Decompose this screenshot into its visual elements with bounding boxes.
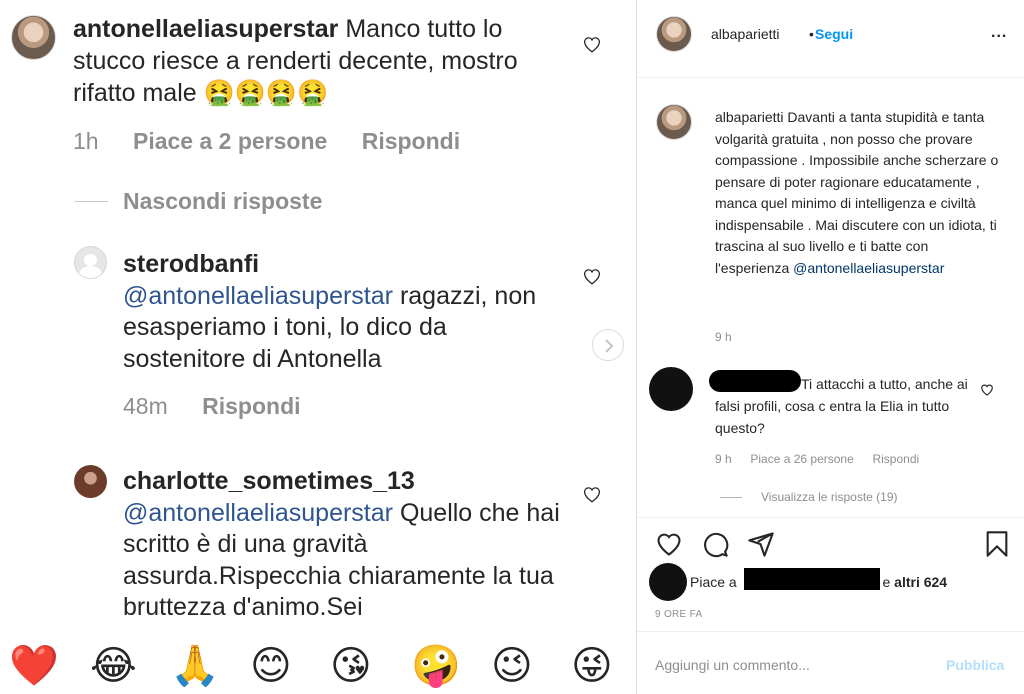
comment-meta: 1h Piace a 2 persone Rispondi (73, 128, 460, 155)
emoji-wink[interactable]: 😉 (491, 642, 533, 690)
divider (75, 201, 108, 202)
comment-username[interactable]: antonellaeliasuperstar (73, 15, 338, 43)
post-author-username[interactable]: albaparietti (711, 26, 780, 42)
chevron-right-icon (605, 339, 614, 353)
likes-suffix: e (882, 574, 891, 590)
likes-prefix: Piace a (690, 574, 737, 590)
bookmark-icon[interactable] (983, 530, 1011, 558)
emoji-laughing[interactable]: 😂 (90, 642, 137, 690)
comment-body: Ti attacchi a tutto, anche ai falsi prof… (715, 376, 968, 436)
add-comment-input[interactable]: Aggiungi un commento... (655, 657, 810, 673)
comment-likes[interactable]: Piace a 2 persone (133, 128, 327, 154)
publish-button[interactable]: Pubblica (946, 657, 1004, 673)
view-replies-button[interactable]: Visualizza le risposte (19) (761, 490, 898, 504)
separator-dot: • (809, 26, 814, 42)
comment-text: Ti attacchi a tutto, anche ai falsi prof… (715, 373, 985, 439)
post-caption: albaparietti Davanti a tanta stupidità e… (715, 107, 1005, 279)
redacted-avatar (649, 367, 693, 411)
comment-time: 48m (123, 393, 168, 419)
divider (637, 631, 1024, 632)
avatar[interactable] (74, 246, 107, 279)
reply-button[interactable]: Rispondi (872, 452, 919, 466)
comment-meta: 48m Rispondi (123, 393, 301, 420)
caption-mention[interactable]: @antonellaeliasuperstar (793, 260, 944, 276)
divider (637, 517, 1024, 518)
like-heart-icon[interactable] (582, 267, 602, 285)
follow-button[interactable]: Segui (815, 26, 853, 42)
caption-username[interactable]: albaparietti (715, 109, 784, 125)
comment-mention[interactable]: @antonellaeliasuperstar (123, 499, 393, 527)
emoji-heart[interactable]: ❤️ (9, 642, 59, 690)
redacted-avatar (649, 563, 687, 601)
post-time: 9 ORE FA (655, 609, 703, 620)
comment-username[interactable]: charlotte_sometimes_13 (123, 467, 415, 495)
comment-likes[interactable]: Piace a 26 persone (750, 452, 853, 466)
caption-time: 9 h (715, 330, 732, 344)
emoji-zany[interactable]: 🤪 (411, 642, 461, 690)
emoji-tongue-wink[interactable]: 😜 (571, 642, 613, 690)
more-options-icon[interactable]: ... (991, 24, 1007, 42)
post-sidebar: albaparietti • Segui ... albaparietti Da… (637, 0, 1024, 694)
hide-replies-button[interactable]: Nascondi risposte (123, 188, 322, 215)
comment-text: sterodbanfi @antonellaeliasuperstar raga… (123, 249, 563, 375)
likes-others[interactable]: altri 624 (894, 574, 947, 590)
vomit-emojis: 🤮🤮🤮🤮 (203, 78, 329, 107)
comment-username[interactable]: sterodbanfi (123, 250, 259, 278)
share-icon[interactable] (747, 530, 775, 558)
caption-text: Davanti a tanta stupidità e tanta volgar… (715, 109, 999, 276)
comment-time: 1h (73, 128, 99, 154)
comment-mention[interactable]: @antonellaeliasuperstar (123, 282, 393, 310)
emoji-smiling[interactable]: 😊 (250, 642, 292, 690)
divider (720, 497, 742, 498)
divider (637, 77, 1024, 78)
like-heart-icon[interactable] (582, 35, 602, 53)
avatar[interactable] (656, 16, 692, 52)
heart-icon[interactable] (655, 530, 683, 558)
avatar[interactable] (11, 15, 56, 60)
emoji-kiss[interactable]: 😘 (330, 642, 372, 690)
comment-meta: 9 h Piace a 26 persone Rispondi (715, 452, 919, 466)
like-heart-icon[interactable] (980, 383, 994, 396)
avatar[interactable] (74, 465, 107, 498)
like-heart-icon[interactable] (582, 485, 602, 503)
emoji-praying-hands[interactable]: 🙏 (170, 642, 220, 690)
next-arrow-button[interactable] (592, 329, 624, 361)
reply-button[interactable]: Rispondi (202, 393, 300, 419)
comment-time: 9 h (715, 452, 732, 466)
reply-button[interactable]: Rispondi (362, 128, 460, 154)
mobile-comments-panel: antonellaeliasuperstar Manco tutto lo st… (0, 0, 636, 694)
comment-text: charlotte_sometimes_13 @antonellaeliasup… (123, 466, 563, 624)
avatar[interactable] (656, 104, 692, 140)
redacted-username (744, 568, 880, 590)
comment-text: antonellaeliasuperstar Manco tutto lo st… (73, 14, 573, 110)
comment-icon[interactable] (701, 530, 729, 558)
